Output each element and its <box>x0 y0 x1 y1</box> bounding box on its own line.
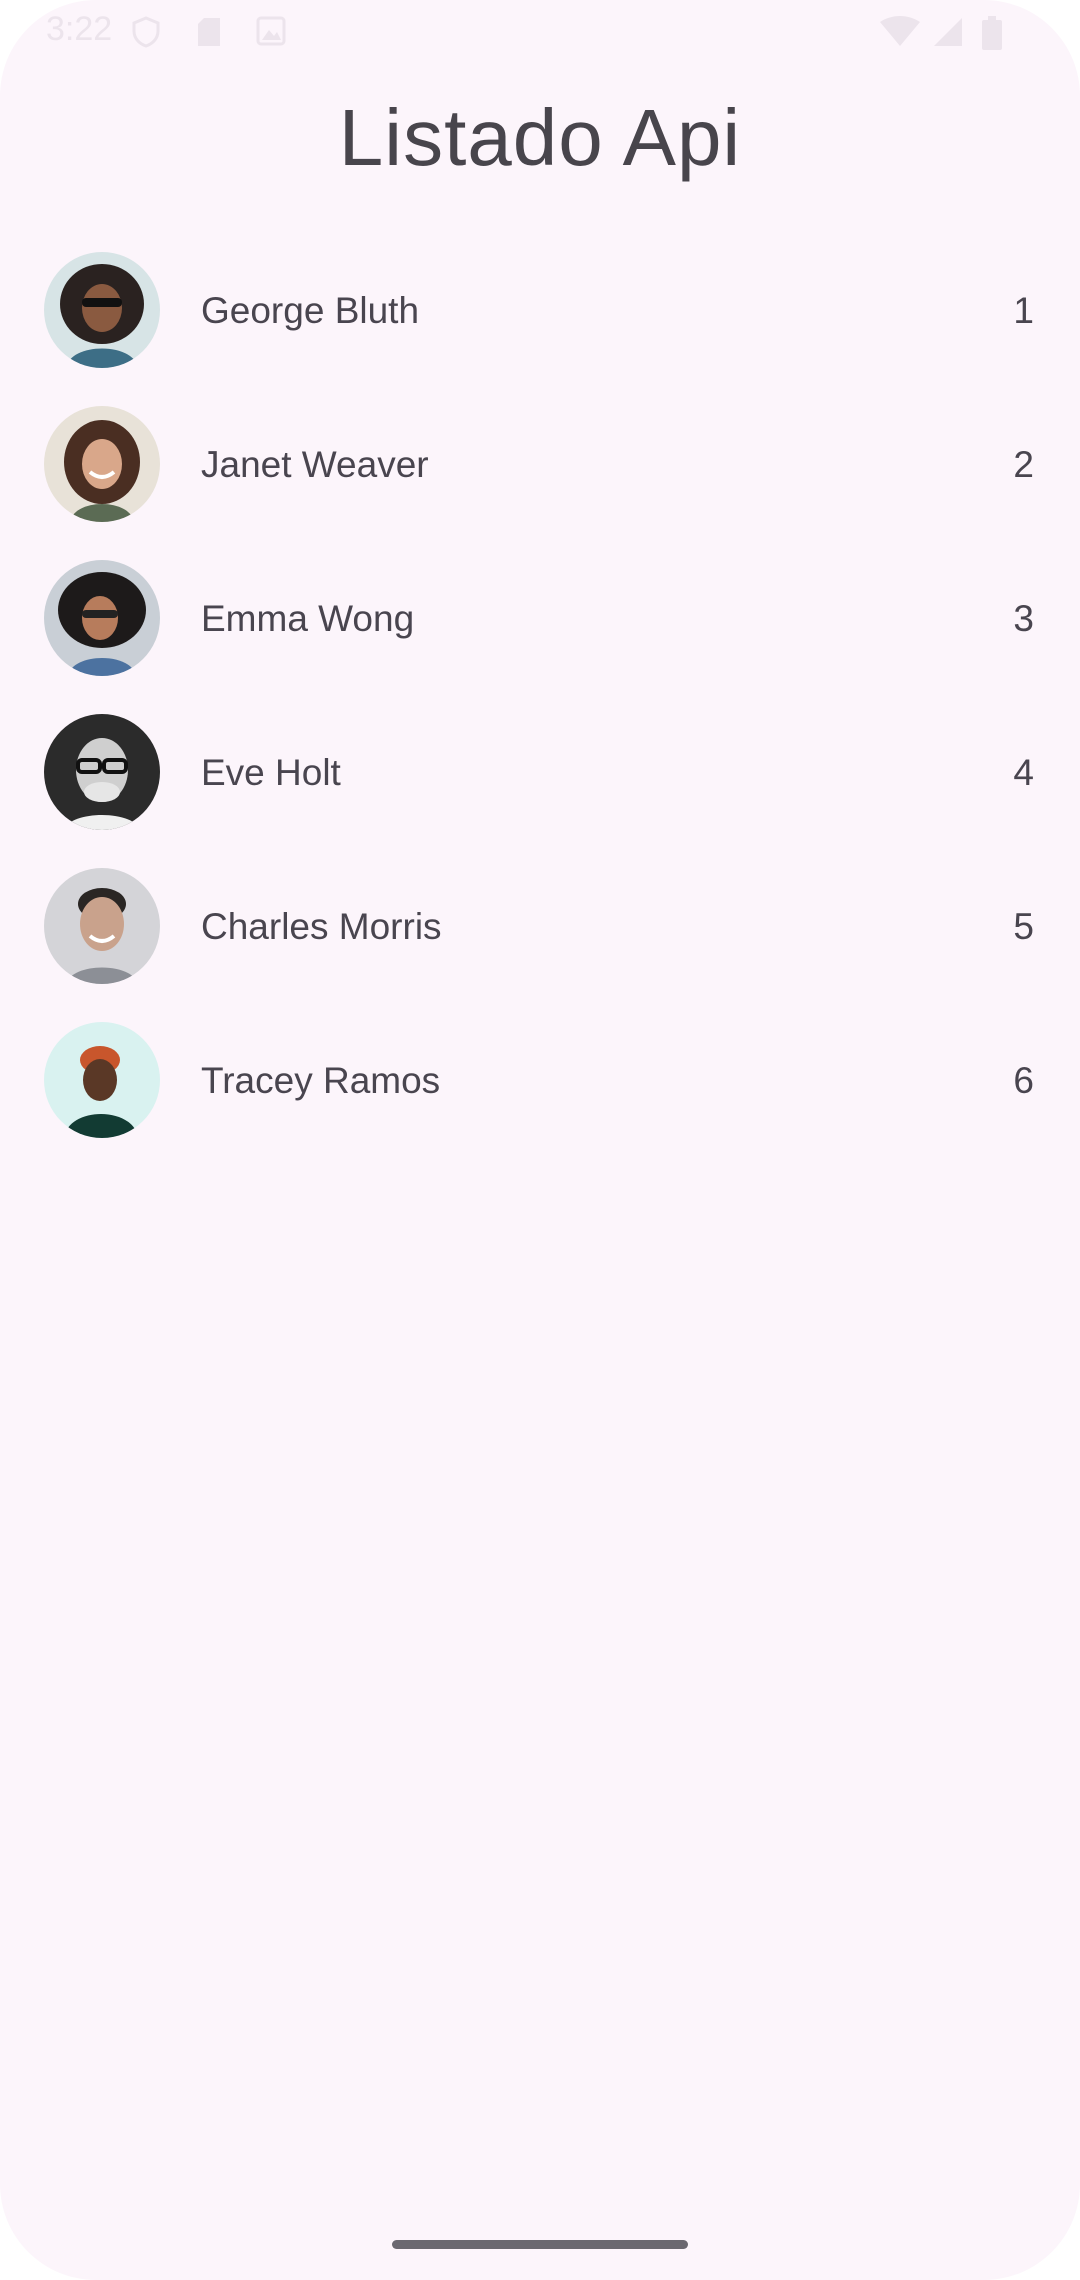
user-list: George Bluth 1 Janet Weaver 2 Emma Wong … <box>0 252 1080 1176</box>
user-name: George Bluth <box>201 290 420 331</box>
avatar <box>44 252 160 368</box>
avatar <box>44 868 160 984</box>
user-name: Janet Weaver <box>201 444 429 485</box>
user-id: 4 <box>1013 752 1034 793</box>
user-name: Charles Morris <box>201 906 442 947</box>
user-id: 6 <box>1013 1060 1034 1101</box>
avatar <box>44 714 160 830</box>
avatar <box>44 406 160 522</box>
user-name: Eve Holt <box>201 752 341 793</box>
avatar-photo <box>44 714 160 830</box>
list-item[interactable]: George Bluth 1 <box>0 252 1080 406</box>
battery-icon <box>982 16 1002 50</box>
avatar <box>44 1022 160 1138</box>
avatar-photo <box>44 406 160 522</box>
user-id: 1 <box>1013 290 1034 331</box>
list-item[interactable]: Tracey Ramos 6 <box>0 1022 1080 1176</box>
list-item[interactable]: Emma Wong 3 <box>0 560 1080 714</box>
user-name: Emma Wong <box>201 598 415 639</box>
signal-icon <box>934 18 962 46</box>
image-icon <box>256 16 286 46</box>
status-time: 3:22 <box>46 10 113 48</box>
page-title: Listado Api <box>338 93 742 182</box>
list-item[interactable]: Eve Holt 4 <box>0 714 1080 868</box>
sd-card-icon <box>198 18 220 46</box>
wifi-icon <box>880 16 920 46</box>
status-bar: 3:22 <box>0 0 1080 64</box>
avatar <box>44 560 160 676</box>
list-item[interactable]: Janet Weaver 2 <box>0 406 1080 560</box>
home-indicator[interactable] <box>392 2240 688 2249</box>
shield-icon <box>132 16 160 48</box>
avatar-photo <box>44 560 160 676</box>
avatar-photo <box>44 868 160 984</box>
user-id: 3 <box>1013 598 1034 639</box>
user-id: 5 <box>1013 906 1034 947</box>
app-screen: 3:22 Listado Api George Bluth 1 Janet We… <box>0 0 1080 2280</box>
avatar-photo <box>44 1022 160 1138</box>
avatar-photo <box>44 252 160 368</box>
user-name: Tracey Ramos <box>201 1060 441 1101</box>
list-item[interactable]: Charles Morris 5 <box>0 868 1080 1022</box>
user-id: 2 <box>1013 444 1034 485</box>
